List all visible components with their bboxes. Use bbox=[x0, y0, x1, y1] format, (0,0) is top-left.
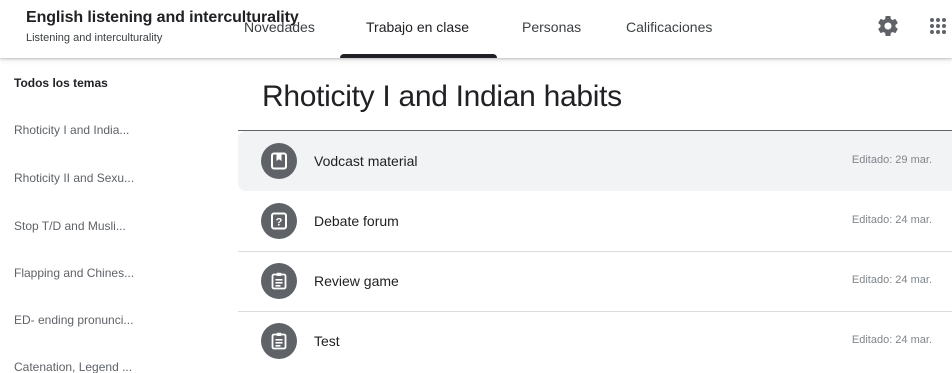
item-title: Vodcast material bbox=[314, 153, 418, 169]
item-title: Debate forum bbox=[314, 213, 399, 229]
section-title: Rhoticity I and Indian habits bbox=[262, 80, 622, 113]
course-subtitle: Listening and interculturality bbox=[26, 32, 163, 44]
topic-item[interactable]: Stop T/D and Musli... bbox=[14, 219, 126, 233]
topic-all[interactable]: Todos los temas bbox=[14, 76, 108, 90]
item-title: Review game bbox=[314, 273, 399, 289]
question-icon: ? bbox=[261, 203, 297, 239]
active-tab-indicator bbox=[340, 54, 497, 58]
apps-grid-icon[interactable] bbox=[926, 14, 950, 38]
topic-item[interactable]: Flapping and Chines... bbox=[14, 266, 134, 280]
gear-icon[interactable] bbox=[876, 14, 900, 38]
topic-item[interactable]: Rhoticity I and India... bbox=[14, 123, 129, 137]
item-title: Test bbox=[314, 333, 340, 349]
item-edited-date: Editado: 29 mar. bbox=[851, 154, 932, 166]
classwork-item-question[interactable]: ? Debate forum Editado: 24 mar. bbox=[238, 191, 952, 251]
assignment-icon bbox=[261, 263, 297, 299]
topic-item[interactable]: Rhoticity II and Sexu... bbox=[14, 171, 134, 185]
tab-calificaciones[interactable]: Calificaciones bbox=[626, 19, 712, 35]
item-edited-date: Editado: 24 mar. bbox=[851, 214, 932, 226]
tab-personas[interactable]: Personas bbox=[522, 19, 581, 35]
topics-sidebar: Todos los temas Rhoticity I and India...… bbox=[0, 58, 238, 373]
svg-text:?: ? bbox=[276, 217, 283, 229]
topic-item[interactable]: ED- ending pronunci... bbox=[14, 313, 133, 327]
item-edited-date: Editado: 24 mar. bbox=[851, 334, 932, 346]
item-edited-date: Editado: 24 mar. bbox=[851, 274, 932, 286]
classwork-item-material[interactable]: Vodcast material Editado: 29 mar. bbox=[238, 131, 952, 191]
top-app-bar: English listening and interculturality L… bbox=[0, 0, 952, 58]
tab-novedades[interactable]: Novedades bbox=[244, 19, 315, 35]
classwork-item-assignment[interactable]: Test Editado: 24 mar. bbox=[238, 311, 952, 371]
topic-item[interactable]: Catenation, Legend ... bbox=[14, 360, 132, 373]
tab-trabajo-en-clase[interactable]: Trabajo en clase bbox=[366, 19, 469, 35]
assignment-icon bbox=[261, 323, 297, 359]
material-icon bbox=[261, 143, 297, 179]
classwork-item-assignment[interactable]: Review game Editado: 24 mar. bbox=[238, 251, 952, 311]
